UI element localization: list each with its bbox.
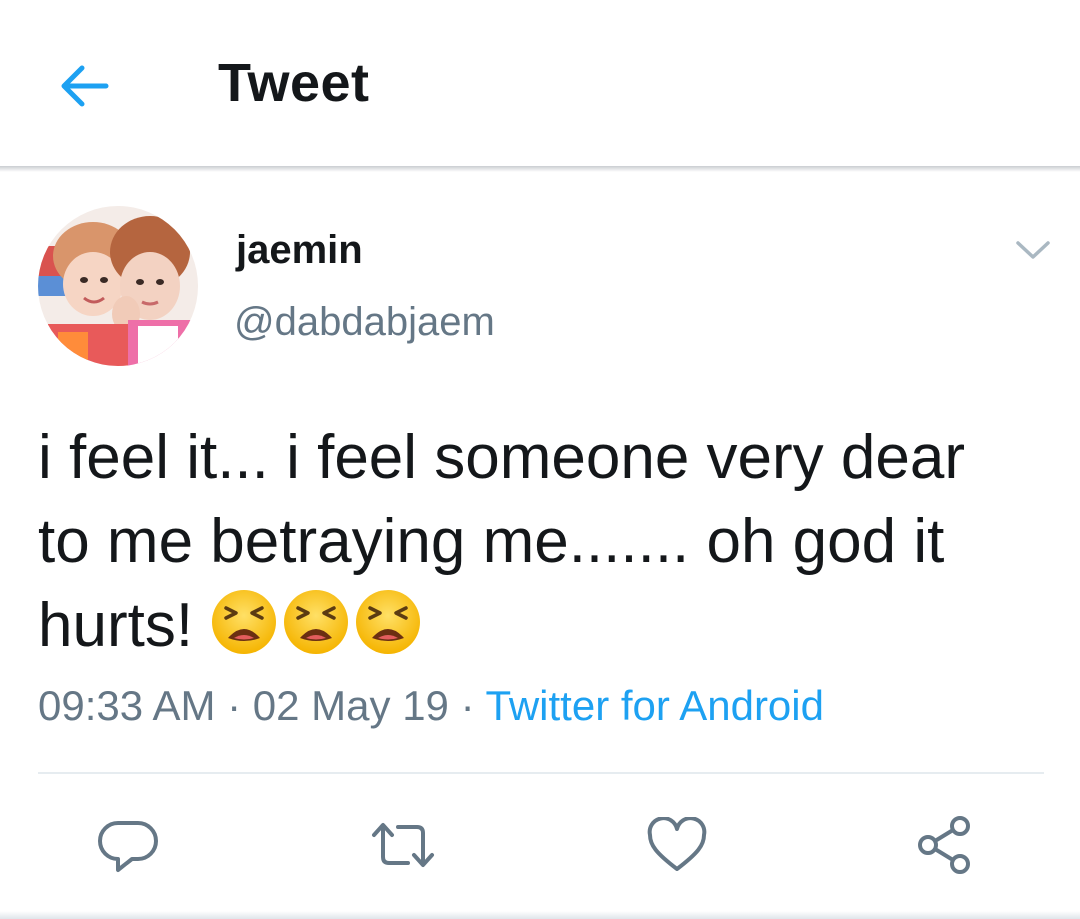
- top-app-bar: Tweet: [0, 0, 1080, 168]
- meta-separator: ·: [448, 682, 486, 729]
- actions-divider: [38, 772, 1044, 774]
- tweet-text: i feel it... i feel someone very dear to…: [38, 416, 1048, 668]
- chevron-down-icon: [1016, 241, 1050, 259]
- tweet-text-line-1: i feel it... i feel someone very dear: [38, 423, 966, 492]
- reply-button[interactable]: [94, 810, 164, 880]
- tweet-date: 02 May 19: [252, 682, 449, 729]
- back-button[interactable]: [52, 56, 116, 116]
- like-button[interactable]: [642, 810, 712, 880]
- avatar[interactable]: [38, 206, 198, 366]
- tired-face-emoji-icon: [284, 590, 349, 654]
- tweet-time: 09:33 AM: [38, 682, 216, 729]
- tweet-text-line-2: to me betraying me....... oh god it: [38, 507, 945, 576]
- page-title: Tweet: [218, 53, 370, 113]
- bottom-divider: [0, 911, 1080, 919]
- share-icon: [918, 816, 970, 874]
- tweet-meta: 09:33 AM · 02 May 19 · Twitter for Andro…: [38, 682, 824, 730]
- tired-face-emoji-icon: [212, 590, 277, 654]
- heart-icon: [647, 817, 707, 871]
- retweet-icon: [372, 823, 434, 867]
- reply-icon: [98, 821, 158, 872]
- author-display-name[interactable]: jaemin: [236, 228, 363, 273]
- tweet-source-link[interactable]: Twitter for Android: [486, 682, 824, 729]
- tweet-text-line-3: hurts!: [38, 584, 1048, 668]
- tweet-menu-button[interactable]: [1010, 230, 1056, 270]
- arrow-left-icon: [61, 65, 109, 107]
- retweet-button[interactable]: [368, 810, 438, 880]
- tweet-text-line-3-text: hurts!: [38, 591, 194, 660]
- tired-face-emoji-icon: [356, 590, 421, 654]
- header-divider: [0, 166, 1080, 172]
- meta-separator: ·: [215, 682, 253, 729]
- share-button[interactable]: [910, 810, 980, 880]
- avatar-photo: [38, 206, 198, 366]
- author-handle[interactable]: @dabdabjaem: [234, 300, 495, 345]
